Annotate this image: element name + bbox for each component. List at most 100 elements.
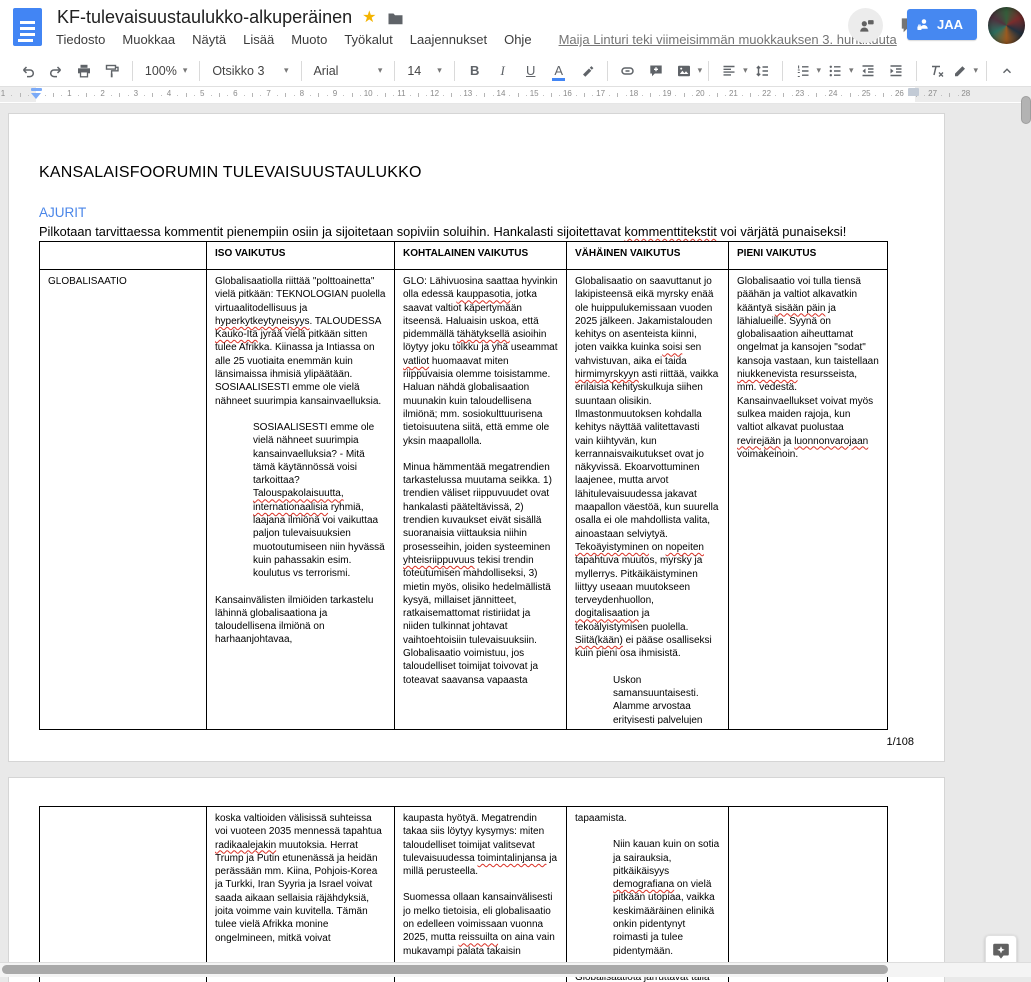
ruler-tick — [783, 93, 784, 97]
toolbar-separator — [199, 61, 200, 81]
numbered-list-button[interactable] — [791, 59, 815, 83]
cell-kohtalainen-vaikutus-cont[interactable]: kaupasta hyötyä. Megatrendin takaa siis … — [395, 807, 567, 982]
menu-tiedosto[interactable]: Tiedosto — [56, 32, 105, 47]
left-indent-marker[interactable] — [31, 93, 41, 99]
font-select[interactable]: Arial ▾ — [307, 59, 388, 83]
menu-laajennukset[interactable]: Laajennukset — [410, 32, 487, 47]
italic-button[interactable]: I — [491, 59, 515, 83]
header-vahainen-vaikutus[interactable]: VÄHÄINEN VAIKUTUS — [567, 242, 729, 270]
highlight-color-button[interactable] — [575, 59, 599, 83]
page-2[interactable]: koska valtioiden välisissä suhteissa voi… — [8, 777, 945, 982]
insert-image-button[interactable] — [672, 59, 696, 83]
ruler-tick — [709, 95, 710, 96]
zoom-select[interactable]: 100% ▾ — [139, 59, 194, 83]
menu-muokkaa[interactable]: Muokkaa — [122, 32, 175, 47]
chevron-down-icon: ▾ — [437, 65, 442, 76]
page-1[interactable]: KANSALAISFOORUMIN TULEVAISUUSTAULUKKO AJ… — [8, 113, 945, 762]
font-size-select[interactable]: 14 ▾ — [401, 59, 447, 83]
cell-iso-vaikutus-cont[interactable]: koska valtioiden välisissä suhteissa voi… — [207, 807, 395, 982]
chevron-up-icon — [1000, 64, 1014, 78]
bold-button[interactable]: B — [463, 59, 487, 83]
ruler-tick: 26 — [895, 89, 904, 98]
add-comment-button[interactable] — [644, 59, 668, 83]
collapse-toolbar-button[interactable] — [995, 59, 1019, 83]
decrease-indent-button[interactable] — [856, 59, 880, 83]
first-line-indent-marker[interactable] — [31, 88, 42, 91]
bulleted-list-button[interactable] — [823, 59, 847, 83]
docs-logo-icon[interactable] — [13, 8, 42, 46]
ruler-tick — [875, 95, 876, 96]
cell-pieni-vaikutus[interactable]: Globalisaatio voi tulla tiensä päähän ja… — [729, 270, 888, 730]
ruler-tick: 25 — [862, 89, 871, 98]
ruler[interactable]: 1123456789101112131415161718192021222324… — [0, 87, 1031, 104]
ruler-tick — [626, 95, 627, 96]
paragraph: Uskon samansuuntaisesti. Alamme arvostaa… — [575, 674, 720, 724]
vertical-scrollbar[interactable] — [1021, 96, 1031, 124]
menu-lisaa[interactable]: Lisää — [243, 32, 274, 47]
toolbar-separator — [454, 61, 455, 81]
ruler-tick — [684, 93, 685, 97]
increase-indent-button[interactable] — [884, 59, 908, 83]
star-icon[interactable]: ★ — [362, 10, 376, 26]
text-color-button[interactable]: A — [547, 59, 571, 83]
document-title[interactable]: KF-tulevaisuustaulukko-alkuperäinen — [57, 7, 352, 28]
print-button[interactable] — [72, 59, 96, 83]
paint-format-button[interactable] — [100, 59, 124, 83]
line-spacing-button[interactable] — [750, 59, 774, 83]
cell-pieni-vaikutus-cont[interactable] — [729, 807, 888, 982]
right-indent-marker[interactable] — [908, 88, 919, 96]
cell-vahainen-vaikutus[interactable]: Globalisaatio on saavuttanut jo lakipist… — [567, 270, 729, 730]
last-edit-link[interactable]: Maija Linturi teki viimeisimmän muokkauk… — [559, 32, 897, 47]
ruler-tick — [285, 93, 286, 97]
undo-button[interactable] — [16, 59, 40, 83]
cell-iso-vaikutus[interactable]: Globalisaatiolla riittää "polttoainetta"… — [207, 270, 395, 730]
chevron-down-icon[interactable]: ▾ — [849, 65, 854, 76]
ruler-tick — [609, 95, 610, 96]
share-button[interactable]: JAA — [907, 9, 977, 40]
ruler-tick: 6 — [233, 89, 237, 98]
align-button[interactable] — [717, 59, 741, 83]
redo-icon — [48, 63, 64, 79]
ruler-tick — [327, 95, 328, 96]
header-kohtalainen-vaikutus[interactable]: KOHTALAINEN VAIKUTUS — [395, 242, 567, 270]
menu-muoto[interactable]: Muoto — [291, 32, 327, 47]
header-pieni-vaikutus[interactable]: PIENI VAIKUTUS — [729, 242, 888, 270]
misspelled-word: niukkenevista — [737, 369, 798, 380]
ruler-tick — [816, 93, 817, 97]
redo-button[interactable] — [44, 59, 68, 83]
ruler-tick — [509, 95, 510, 96]
horizontal-scrollbar-track[interactable] — [0, 962, 1031, 977]
numbered-list-icon — [795, 63, 811, 79]
menu-ohje[interactable]: Ohje — [504, 32, 531, 47]
cell-vahainen-vaikutus-cont[interactable]: tapaamista.Niin kauan kuin on sotia ja s… — [567, 807, 729, 982]
chevron-down-icon: ▾ — [284, 65, 289, 76]
underline-button[interactable]: U — [519, 59, 543, 83]
chevron-down-icon[interactable]: ▾ — [817, 65, 822, 76]
chevron-down-icon: ▾ — [183, 65, 188, 76]
paragraph-style-select[interactable]: Otsikko 3 ▾ — [206, 59, 294, 83]
version-history-button[interactable] — [848, 8, 883, 43]
misspelled-word: nopeiten — [666, 542, 704, 553]
chevron-down-icon[interactable]: ▾ — [698, 65, 703, 76]
ruler-tick: 21 — [729, 89, 738, 98]
header-empty[interactable] — [40, 242, 207, 270]
menu-nayta[interactable]: Näytä — [192, 32, 226, 47]
chevron-down-icon[interactable]: ▾ — [743, 65, 748, 76]
folder-icon[interactable] — [387, 11, 404, 25]
editing-mode-button[interactable]: ▾ — [952, 59, 978, 83]
ruler-tick: 3 — [134, 89, 138, 98]
cell-kohtalainen-vaikutus[interactable]: GLO: Lähivuosina saattaa hyvinkin olla e… — [395, 270, 567, 730]
ruler-tick — [958, 95, 959, 96]
ruler-tick: 23 — [795, 89, 804, 98]
horizontal-scrollbar-thumb[interactable] — [2, 965, 888, 974]
cell-row-label[interactable]: GLOBALISAATIO — [40, 270, 207, 730]
user-avatar[interactable] — [988, 7, 1025, 44]
menu-tyokalut[interactable]: Työkalut — [344, 32, 392, 47]
paragraph: Suomessa ollaan kansainvälisesti jo melk… — [403, 891, 558, 957]
header-iso-vaikutus[interactable]: ISO VAIKUTUS — [207, 242, 395, 270]
clear-formatting-button[interactable] — [924, 59, 948, 83]
cell-row-label-cont[interactable] — [40, 807, 207, 982]
misspelled-word: Tekoäyistyminen — [575, 542, 649, 553]
document-canvas[interactable]: KANSALAISFOORUMIN TULEVAISUUSTAULUKKO AJ… — [0, 103, 1031, 982]
insert-link-button[interactable] — [616, 59, 640, 83]
